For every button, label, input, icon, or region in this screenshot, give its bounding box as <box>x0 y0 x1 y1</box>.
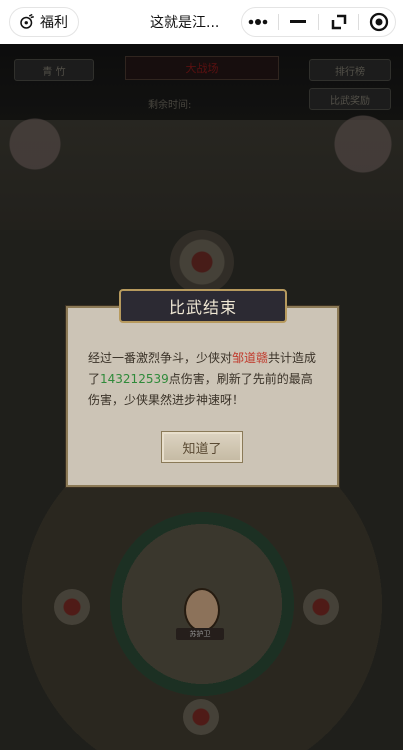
dialog-message: 经过一番激烈争斗，少侠对邹道赣共计造成了143212539点伤害，刷新了先前的最… <box>88 348 320 411</box>
minimize-icon <box>290 20 307 23</box>
float-window-icon <box>331 14 346 30</box>
capsule-menu <box>241 7 396 37</box>
opponent-name: 邹道赣 <box>232 351 269 365</box>
record-icon <box>369 12 389 32</box>
more-button[interactable] <box>246 10 270 34</box>
float-window-button[interactable] <box>327 10 351 34</box>
welfare-button[interactable]: 福利 <box>9 7 79 37</box>
welfare-label: 福利 <box>40 15 68 31</box>
close-app-button[interactable] <box>367 10 391 34</box>
more-dots-icon <box>248 19 268 25</box>
capsule-divider <box>277 14 279 30</box>
page-title: 这就是江... <box>150 15 220 31</box>
welfare-gift-icon <box>20 13 34 29</box>
damage-value: 143212539 <box>100 372 169 386</box>
dialog-title: 比武结束 <box>119 289 287 323</box>
minimize-button[interactable] <box>286 10 310 34</box>
message-part: 经过一番激烈争斗，少侠对 <box>88 351 233 365</box>
mini-program-topbar: 福利 这就是江... <box>0 0 403 44</box>
capsule-divider <box>358 14 360 30</box>
capsule-divider <box>317 14 319 30</box>
ok-button[interactable]: 知道了 <box>161 431 243 463</box>
